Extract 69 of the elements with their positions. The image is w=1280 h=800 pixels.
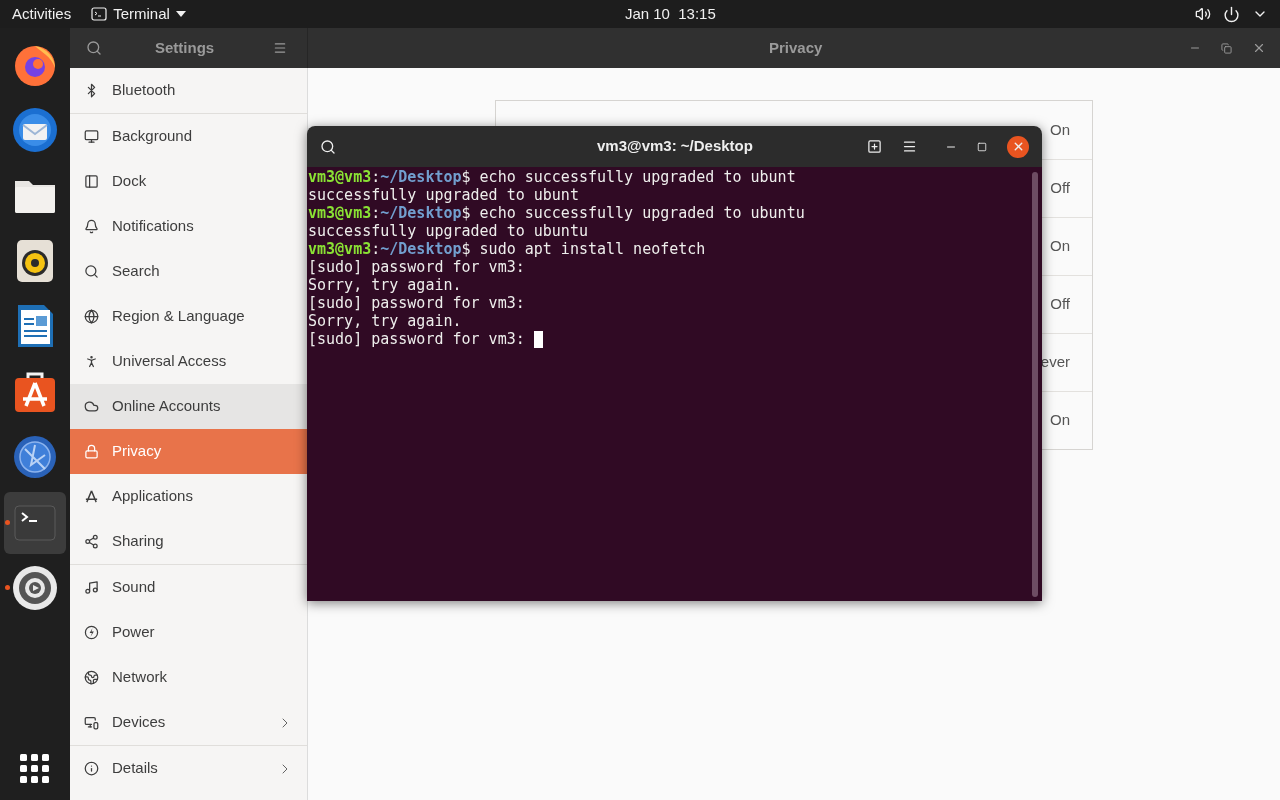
running-indicator <box>5 519 10 525</box>
globe-icon <box>84 309 99 324</box>
setting-value: Off <box>1050 178 1070 199</box>
sidebar-item[interactable]: Sound <box>70 565 307 610</box>
running-indicator <box>5 585 10 590</box>
sidebar-item[interactable]: Details <box>70 746 307 791</box>
caret-icon <box>175 11 186 17</box>
setting-value: On <box>1050 410 1070 431</box>
lock-icon <box>84 444 99 459</box>
sidebar-item[interactable]: Online Accounts <box>70 384 307 429</box>
terminal-line: [sudo] password for vm3: <box>308 330 525 348</box>
terminal-line: vm3@vm3:~/Desktop$ echo successfully upgraded to ubunt <box>308 168 797 186</box>
setting-value: Off <box>1050 294 1070 315</box>
setting-value: On <box>1050 236 1070 257</box>
window-title: vm3@vm3: ~/Desktop <box>597 136 753 157</box>
search-icon <box>84 264 99 279</box>
app-menu[interactable]: Terminal <box>91 2 186 26</box>
terminal-icon <box>91 6 108 22</box>
menu-icon[interactable] <box>902 139 917 154</box>
sidebar-item[interactable]: Bluetooth <box>70 68 307 113</box>
sidebar-item[interactable]: Power <box>70 610 307 655</box>
terminal-line: successfully upgraded to ubunt <box>308 186 579 204</box>
terminal-line: vm3@vm3:~/Desktop$ sudo apt install neofetch <box>308 240 707 258</box>
terminal-line: Sorry, try again. <box>308 276 462 294</box>
power-icon <box>84 625 99 640</box>
bell-icon <box>84 219 99 234</box>
sidebar-item[interactable]: Region & Language <box>70 294 307 339</box>
applications-icon <box>84 489 99 504</box>
sidebar-item[interactable]: Notifications <box>70 204 307 249</box>
sidebar-item[interactable]: Applications <box>70 474 307 519</box>
window-title: Settings <box>155 37 215 58</box>
gear-icon <box>11 564 59 612</box>
close-icon[interactable] <box>1252 41 1266 55</box>
info-icon <box>84 761 99 776</box>
sidebar-item[interactable]: Sharing <box>70 519 307 564</box>
music-note-icon <box>84 580 99 595</box>
terminal-line: [sudo] password for vm3: <box>308 258 525 276</box>
sidebar-item[interactable]: Dock <box>70 159 307 204</box>
maximize-icon[interactable] <box>977 141 987 152</box>
volume-icon[interactable] <box>1195 6 1211 22</box>
globe-app-icon <box>11 433 59 481</box>
terminal-line: Sorry, try again. <box>308 312 462 330</box>
globe-icon <box>84 670 99 685</box>
close-button[interactable] <box>1007 135 1029 158</box>
terminal-line: successfully upgraded to ubuntu <box>308 222 588 240</box>
dock-icon <box>84 174 99 189</box>
activities-button[interactable]: Activities <box>12 2 72 26</box>
share-icon <box>84 534 99 549</box>
person-icon <box>84 354 99 369</box>
setting-value: On <box>1050 119 1070 140</box>
mail-icon <box>11 105 59 154</box>
sidebar-item[interactable]: Search <box>70 249 307 294</box>
terminal-line: vm3@vm3:~/Desktop$ echo successfully upgraded to ubuntu <box>308 204 806 222</box>
new-tab-icon[interactable] <box>867 139 882 154</box>
clock[interactable]: Jan 10 13:15 <box>624 2 716 26</box>
cloud-icon <box>84 399 99 414</box>
sidebar-item[interactable]: Network <box>70 655 307 700</box>
monitor-icon <box>84 129 99 144</box>
terminal-line: [sudo] password for vm3: <box>308 294 525 312</box>
setting-value: ever <box>1040 352 1070 373</box>
search-icon[interactable] <box>320 138 336 155</box>
sidebar-item[interactable]: Devices <box>70 700 307 745</box>
restore-icon[interactable] <box>1221 42 1232 54</box>
page-title: Privacy <box>769 37 823 58</box>
app-grid-icon[interactable] <box>20 754 50 784</box>
power-icon[interactable] <box>1223 5 1240 23</box>
sidebar-item[interactable]: Background <box>70 114 307 159</box>
sidebar-item[interactable]: Universal Access <box>70 339 307 384</box>
devices-icon <box>84 715 99 730</box>
